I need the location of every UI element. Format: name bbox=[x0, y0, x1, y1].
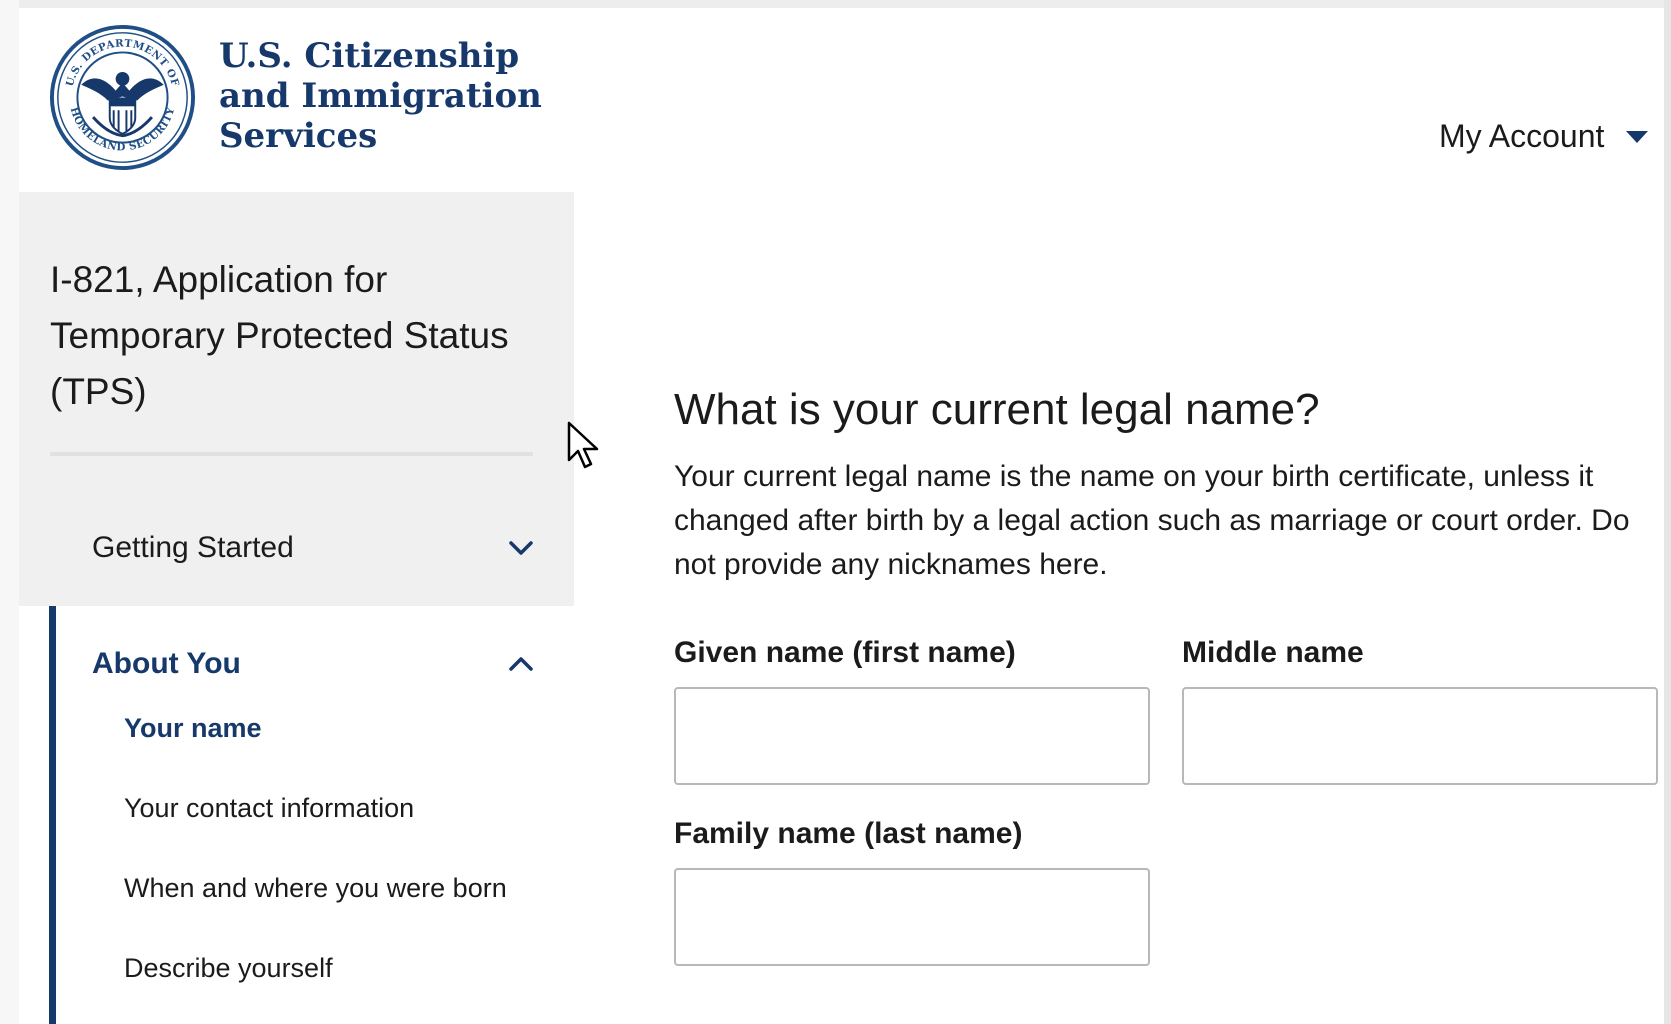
agency-name-line: Services bbox=[219, 116, 378, 156]
question-title: What is your current legal name? bbox=[674, 385, 1320, 434]
chevron-down-icon bbox=[509, 541, 533, 555]
nav-section-label: Getting Started bbox=[92, 531, 294, 564]
given-name-label: Given name (first name) bbox=[674, 636, 1016, 669]
my-account-menu[interactable]: My Account bbox=[1439, 118, 1649, 155]
family-name-label: Family name (last name) bbox=[674, 817, 1023, 850]
family-name-input[interactable] bbox=[674, 868, 1150, 966]
middle-name-input[interactable] bbox=[1182, 687, 1658, 785]
question-description: Your current legal name is the name on y… bbox=[674, 460, 1630, 581]
sidebar-divider bbox=[50, 452, 533, 456]
agency-name[interactable]: U.S. Citizenship and Immigration Service… bbox=[219, 36, 659, 156]
sidebar-item-birth-details[interactable]: When and where you were born bbox=[124, 873, 507, 904]
my-account-label: My Account bbox=[1439, 118, 1605, 154]
nav-section-getting-started[interactable]: Getting Started bbox=[19, 512, 574, 584]
form-title: I-821, Application for Temporary Protect… bbox=[50, 259, 509, 412]
middle-name-label: Middle name bbox=[1182, 636, 1364, 669]
site-header: U.S. DEPARTMENT OF HOMELAND SECURITY U.S… bbox=[19, 8, 1664, 192]
nav-section-label: About You bbox=[92, 647, 241, 680]
sidebar-item-your-name[interactable]: Your name bbox=[124, 713, 262, 744]
window-left-edge bbox=[0, 0, 19, 1024]
window-scrollbar[interactable] bbox=[1664, 0, 1671, 1024]
window-top-edge bbox=[0, 0, 1671, 8]
agency-name-line: U.S. Citizenship bbox=[219, 36, 520, 76]
given-name-input[interactable] bbox=[674, 687, 1150, 785]
chevron-up-icon bbox=[509, 657, 533, 671]
agency-name-line: and Immigration bbox=[219, 76, 542, 116]
dhs-seal-icon[interactable]: U.S. DEPARTMENT OF HOMELAND SECURITY bbox=[49, 24, 196, 171]
caret-down-icon bbox=[1626, 130, 1649, 143]
sidebar-item-contact-information[interactable]: Your contact information bbox=[124, 793, 414, 824]
sidebar-item-describe-yourself[interactable]: Describe yourself bbox=[124, 953, 333, 984]
mouse-pointer-icon bbox=[567, 421, 599, 469]
nav-section-about-you[interactable]: About You bbox=[19, 630, 574, 698]
